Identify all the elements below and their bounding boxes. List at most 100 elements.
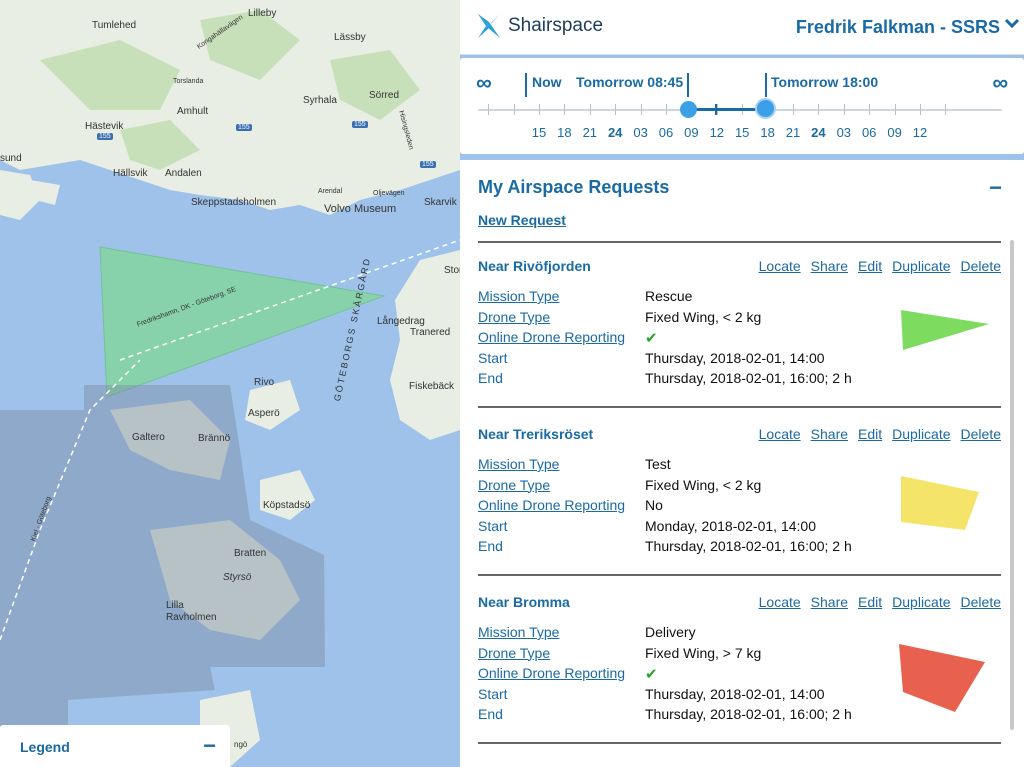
road-shield: 155 — [97, 133, 113, 140]
airspace-shape-preview[interactable] — [893, 306, 993, 382]
field-label[interactable]: Drone Type — [478, 309, 550, 325]
field-label[interactable]: Mission Type — [478, 288, 559, 304]
top-bar: Shairspace Fredrik Falkman - SSRS — [460, 0, 1024, 55]
side-panel: Shairspace Fredrik Falkman - SSRS ∞ ∞ No… — [460, 0, 1024, 767]
map-place-label: Styrsö — [223, 572, 252, 583]
field-label: Start — [478, 685, 508, 702]
now-label: Now — [532, 74, 562, 90]
airspace-polygon — [901, 476, 979, 530]
timeline-tick — [564, 104, 566, 115]
field-label[interactable]: Mission Type — [478, 624, 559, 640]
locate-link[interactable]: Locate — [759, 258, 801, 274]
infinity-start-icon[interactable]: ∞ — [476, 70, 492, 96]
field-value: Fixed Wing, < 2 kg — [645, 308, 762, 325]
new-request-link[interactable]: New Request — [478, 212, 566, 228]
field-value: Thursday, 2018-02-01, 16:00; 2 h — [645, 706, 852, 722]
divider — [478, 241, 1001, 243]
collapse-icon[interactable]: − — [989, 175, 1002, 201]
field-label[interactable]: Drone Type — [478, 645, 550, 661]
field-value: ✔ — [645, 330, 658, 347]
map-place-label: Tumlehed — [92, 20, 137, 31]
field-label[interactable]: Online Drone Reporting — [478, 329, 625, 345]
map-place-label: Lässby — [334, 32, 366, 43]
divider — [478, 406, 1001, 408]
timeline-tick — [945, 104, 947, 115]
field-label[interactable]: Drone Type — [478, 477, 550, 493]
map-place-label: Lilla Ravholmen — [166, 600, 217, 623]
map-place-label: Hällsvik — [113, 168, 148, 179]
duplicate-link[interactable]: Duplicate — [892, 594, 950, 610]
divider — [478, 574, 1001, 576]
edit-link[interactable]: Edit — [858, 258, 882, 274]
share-link[interactable]: Share — [811, 258, 848, 274]
range-end-handle[interactable] — [755, 98, 776, 119]
map-place-label: Köpstadsö — [263, 500, 311, 511]
map-place-label: Syrhala — [303, 95, 337, 106]
field-label[interactable]: Mission Type — [478, 456, 559, 472]
airspace-request-card: Near Rivöfjorden Locate Share Edit Duplicate… — [478, 258, 1001, 408]
airspace-shape-preview[interactable] — [893, 642, 993, 718]
locate-link[interactable]: Locate — [759, 594, 801, 610]
road-shield: 155 — [420, 161, 436, 168]
edit-link[interactable]: Edit — [858, 426, 882, 442]
legend-title: Legend — [20, 739, 70, 755]
road-shield: 155 — [352, 121, 368, 128]
map-place-label: Hästevik — [85, 121, 124, 132]
infinity-end-icon[interactable]: ∞ — [992, 70, 1008, 96]
timeline-tick — [818, 104, 820, 115]
map-place-label: Amhult — [177, 106, 209, 117]
edit-link[interactable]: Edit — [858, 594, 882, 610]
locate-link[interactable]: Locate — [759, 426, 801, 442]
now-marker — [525, 73, 527, 97]
map-place-label: Torslanda — [173, 78, 204, 85]
range-start-handle[interactable] — [680, 101, 697, 118]
map-place-label: sund — [0, 153, 22, 164]
map-place-label: Rivo — [254, 377, 275, 388]
shairspace-logo-icon — [478, 14, 500, 38]
airspace-requests-panel: My Airspace Requests − New Request Near … — [460, 160, 1024, 767]
field-value: Rescue — [645, 288, 693, 304]
field-label[interactable]: Online Drone Reporting — [478, 665, 625, 681]
timeline-tick — [488, 104, 490, 115]
map-place-label: Skarvik — [424, 197, 457, 208]
field-value: Fixed Wing, > 7 kg — [645, 644, 762, 661]
field-label[interactable]: Online Drone Reporting — [478, 497, 625, 513]
airspace-shape-preview[interactable] — [893, 474, 993, 550]
map-place-label: Volvo Museum — [324, 203, 397, 215]
delete-link[interactable]: Delete — [961, 258, 1001, 274]
timeline-tick — [589, 104, 591, 115]
field-value: Thursday, 2018-02-01, 14:00 — [645, 349, 825, 366]
field-value: ✔ — [645, 666, 658, 683]
timeline-hour-label: 12 — [912, 125, 928, 140]
delete-link[interactable]: Delete — [961, 426, 1001, 442]
legend-panel: Legend − — [0, 725, 230, 767]
duplicate-link[interactable]: Duplicate — [892, 426, 950, 442]
field-value: Fixed Wing, < 2 kg — [645, 476, 762, 493]
airspace-request-card: Near Treriksröset Locate Share Edit Duplicat… — [478, 426, 1001, 576]
timeline-tick — [869, 104, 871, 115]
scrollbar[interactable] — [1010, 240, 1014, 730]
chevron-down-icon[interactable] — [1004, 18, 1020, 30]
field-value: Thursday, 2018-02-01, 14:00 — [645, 685, 825, 702]
legend-toggle-icon[interactable]: − — [203, 733, 216, 759]
airspace-request-card: Near Bromma Locate Share Edit Duplicate Delet… — [478, 594, 1001, 744]
user-menu[interactable]: Fredrik Falkman - SSRS — [796, 17, 1000, 38]
time-range-selector[interactable]: ∞ ∞ Now Tomorrow 08:45 Tomorrow 18:00 15… — [460, 58, 1024, 154]
timeline-tick — [793, 104, 794, 115]
range-tick — [715, 104, 717, 115]
share-link[interactable]: Share — [811, 594, 848, 610]
brand-logo[interactable]: Shairspace — [476, 12, 603, 40]
field-label: Start — [478, 349, 508, 366]
timeline-tick — [666, 104, 667, 115]
map-place-label: Galtero — [132, 432, 165, 443]
duplicate-link[interactable]: Duplicate — [892, 258, 950, 274]
map-place-label: Lilleby — [248, 8, 277, 19]
timeline-tick — [843, 104, 845, 115]
share-link[interactable]: Share — [811, 426, 848, 442]
delete-link[interactable]: Delete — [961, 594, 1001, 610]
timeline-tick — [920, 104, 921, 115]
start-marker — [687, 73, 689, 97]
map-place-label: Oljevägen — [373, 190, 405, 197]
field-value: Thursday, 2018-02-01, 16:00; 2 h — [645, 538, 852, 554]
request-name: Near Treriksröset — [478, 426, 594, 442]
